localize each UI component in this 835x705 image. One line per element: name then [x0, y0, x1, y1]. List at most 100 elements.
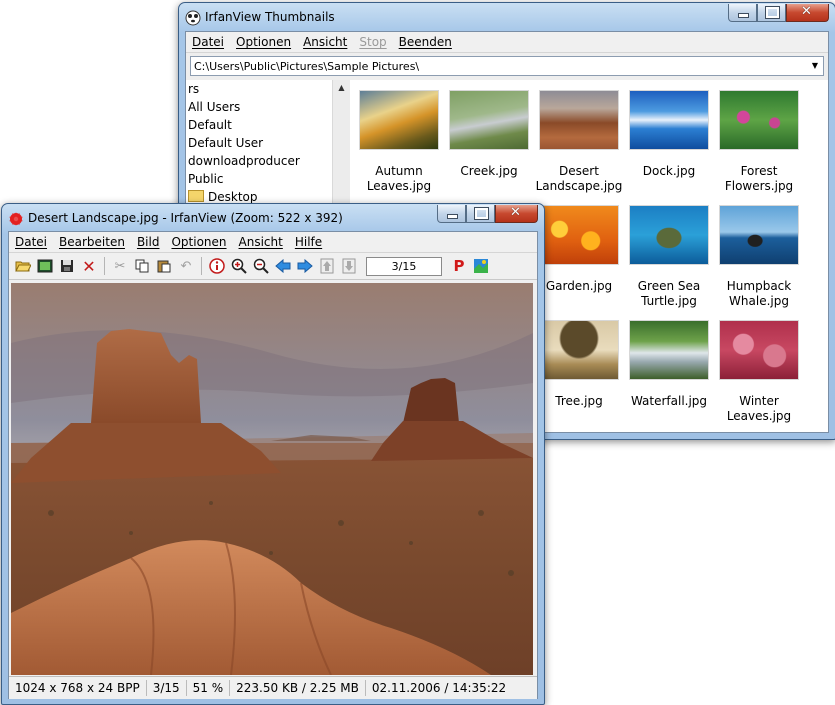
close-button[interactable]: ✕: [495, 205, 538, 223]
minimize-button[interactable]: [728, 4, 757, 22]
thumbnail-label: Forest: [740, 164, 778, 178]
thumbnail-green-sea-turtle: [629, 205, 709, 265]
status-dimensions: 1024 x 768 x 24 BPP: [9, 680, 147, 696]
thumbnail-desert-landscape: [539, 90, 619, 150]
previous-icon[interactable]: [274, 257, 292, 275]
path-value: C:\Users\Public\Pictures\Sample Pictures…: [194, 60, 420, 73]
menu-optionen[interactable]: Optionen: [165, 235, 232, 249]
tree-item[interactable]: rs: [186, 80, 332, 98]
thumbnail-humpback-whale: [719, 205, 799, 265]
thumbnail-item[interactable]: Tree.jpg: [534, 320, 624, 409]
menu-beenden[interactable]: Beenden: [393, 35, 458, 49]
thumbnail-item[interactable]: Green Sea Turtle.jpg: [624, 205, 714, 309]
tree-item[interactable]: Default: [186, 116, 332, 134]
cut-icon[interactable]: ✂: [111, 257, 129, 275]
status-position: 3/15: [147, 680, 187, 696]
scroll-up-icon[interactable]: ▲: [333, 83, 350, 92]
tree-item[interactable]: Public: [186, 170, 332, 188]
thumbnail-item[interactable]: Garden.jpg: [534, 205, 624, 294]
thumbnail-label: Dock.jpg: [642, 164, 696, 178]
viewer-title-bar[interactable]: Desert Landscape.jpg - IrfanView (Zoom: …: [2, 204, 544, 234]
status-zoom: 51 %: [187, 680, 231, 696]
close-icon: ✕: [801, 4, 812, 19]
thumbnail-label: Autumn: [375, 164, 423, 178]
zoom-out-icon[interactable]: [252, 257, 270, 275]
thumbnail-item[interactable]: Waterfall.jpg: [624, 320, 714, 409]
irfanview-app-icon: [9, 212, 23, 226]
thumbnail-item[interactable]: Dock.jpg: [624, 90, 714, 179]
thumbnail-label: Green Sea: [637, 279, 701, 293]
maximize-button[interactable]: [466, 205, 495, 223]
open-folder-icon[interactable]: [14, 257, 32, 275]
tree-item-label: Desktop: [208, 190, 258, 204]
viewer-window-title: Desert Landscape.jpg - IrfanView (Zoom: …: [28, 211, 343, 225]
toolbar-separator: [201, 257, 202, 275]
close-icon: ✕: [510, 205, 521, 220]
folder-icon: [188, 190, 204, 202]
thumbnail-item[interactable]: Forest Flowers.jpg: [714, 90, 804, 194]
slideshow-icon[interactable]: [36, 257, 54, 275]
delete-icon[interactable]: ✕: [80, 257, 98, 276]
thumbnail-label: Landscape.jpg: [535, 179, 623, 193]
path-combobox[interactable]: C:\Users\Public\Pictures\Sample Pictures…: [190, 56, 824, 76]
thumbnail-label: Garden.jpg: [545, 279, 613, 293]
menu-hilfe[interactable]: Hilfe: [289, 235, 328, 249]
thumbnail-creek: [449, 90, 529, 150]
first-page-icon[interactable]: [318, 257, 336, 275]
status-datetime: 02.11.2006 / 14:35:22: [371, 681, 507, 695]
thumbnail-label: Waterfall.jpg: [630, 394, 708, 408]
menu-datei[interactable]: Datei: [9, 235, 53, 249]
thumbnail-label: Winter: [739, 394, 779, 408]
minimize-icon: [738, 13, 749, 18]
thumbnail-item[interactable]: Creek.jpg: [444, 90, 534, 179]
thumbnail-dock: [629, 90, 709, 150]
thumbnail-label: Leaves.jpg: [726, 409, 792, 423]
tree-item[interactable]: All Users: [186, 98, 332, 116]
menu-bearbeiten[interactable]: Bearbeiten: [53, 235, 131, 249]
last-page-icon[interactable]: [340, 257, 358, 275]
thumbnail-label: Humpback: [726, 279, 792, 293]
tree-item[interactable]: Default User: [186, 134, 332, 152]
thumbnail-winter-leaves: [719, 320, 799, 380]
thumbnail-garden: [539, 205, 619, 265]
maximize-button[interactable]: [757, 4, 786, 22]
page-indicator-field[interactable]: 3/15: [366, 256, 442, 276]
thumbnail-label: Whale.jpg: [729, 294, 789, 308]
viewer-menu-bar: Datei Bearbeiten Bild Optionen Ansicht H…: [9, 232, 537, 253]
desert-landscape-image: [11, 283, 533, 675]
viewer-client-area: Datei Bearbeiten Bild Optionen Ansicht H…: [8, 231, 538, 699]
thumbnail-tree: [539, 320, 619, 380]
undo-icon[interactable]: ↶: [177, 257, 195, 275]
paste-icon[interactable]: [155, 257, 173, 275]
maximize-icon: [765, 6, 780, 19]
info-icon[interactable]: [208, 257, 226, 275]
thumbnail-label-selected: Tree.jpg: [555, 394, 603, 408]
menu-ansicht[interactable]: Ansicht: [233, 235, 289, 249]
thumbnails-title-bar[interactable]: IrfanView Thumbnails ✕: [179, 3, 835, 33]
chevron-down-icon[interactable]: ▼: [807, 57, 823, 75]
tree-item[interactable]: downloadproducer: [186, 152, 332, 170]
thumbnail-label: Creek.jpg: [460, 164, 518, 178]
image-canvas[interactable]: [11, 283, 533, 675]
thumbnails-window-title: IrfanView Thumbnails: [205, 10, 335, 24]
minimize-button[interactable]: [437, 205, 466, 223]
thumbnail-waterfall: [629, 320, 709, 380]
next-icon[interactable]: [296, 257, 314, 275]
zoom-in-icon[interactable]: [230, 257, 248, 275]
menu-optionen[interactable]: Optionen: [230, 35, 297, 49]
print-icon[interactable]: P: [450, 257, 468, 275]
irfanview-icon[interactable]: [472, 257, 490, 275]
copy-icon[interactable]: [133, 257, 151, 275]
menu-datei[interactable]: Datei: [186, 35, 230, 49]
menu-stop[interactable]: Stop: [353, 35, 392, 49]
thumbnail-item[interactable]: Desert Landscape.jpg: [534, 90, 624, 194]
save-icon[interactable]: [58, 257, 76, 275]
toolbar-separator: [104, 257, 105, 275]
thumbnail-item[interactable]: Winter Leaves.jpg: [714, 320, 804, 424]
thumbnail-item[interactable]: Autumn Leaves.jpg: [354, 90, 444, 194]
close-button[interactable]: ✕: [786, 4, 829, 22]
menu-bild[interactable]: Bild: [131, 235, 166, 249]
menu-ansicht[interactable]: Ansicht: [297, 35, 353, 49]
thumbnail-autumn-leaves: [359, 90, 439, 150]
thumbnail-item[interactable]: Humpback Whale.jpg: [714, 205, 804, 309]
